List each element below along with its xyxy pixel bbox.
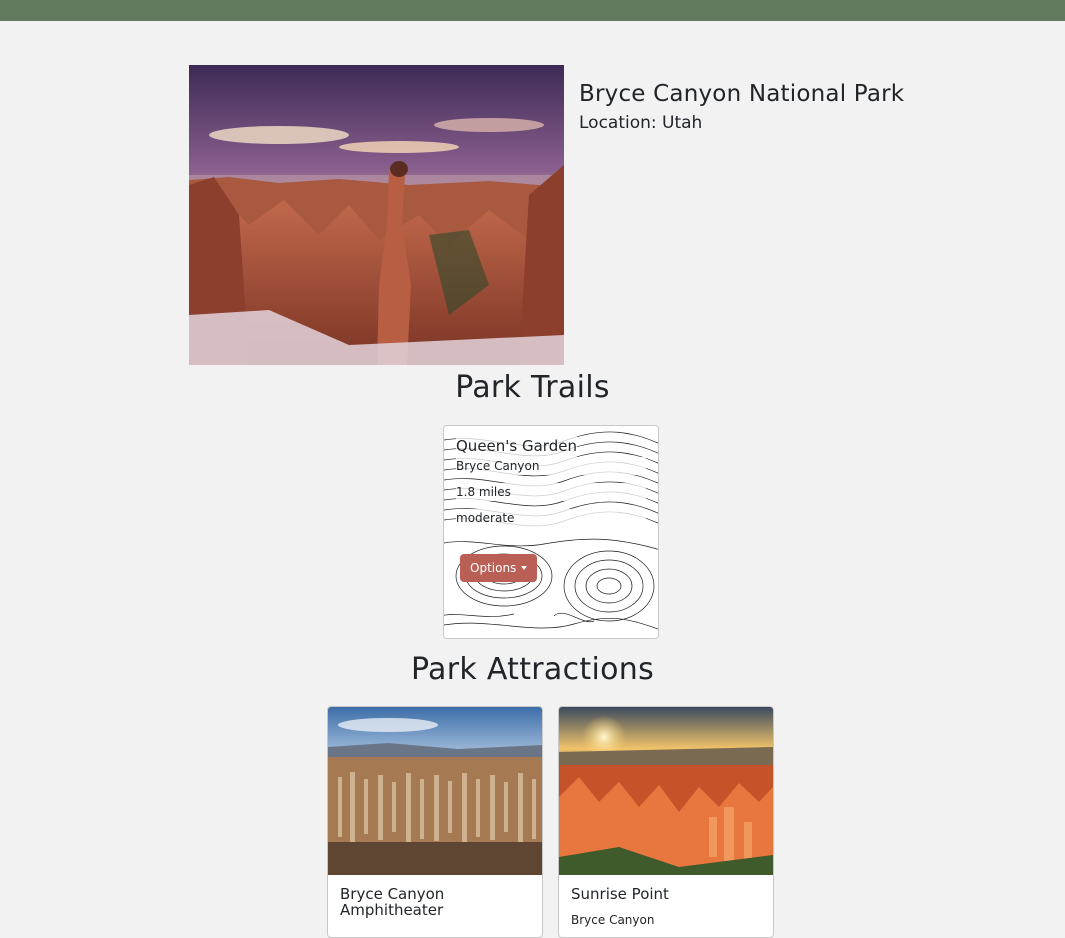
trail-length: 1.8 miles <box>456 483 646 501</box>
trail-card: Queen's Garden Bryce Canyon 1.8 miles mo… <box>443 425 659 639</box>
trail-park: Bryce Canyon <box>456 457 646 475</box>
trail-name: Queen's Garden <box>456 435 577 457</box>
attraction-image <box>559 707 773 875</box>
park-location: Location: Utah <box>579 113 703 133</box>
options-dropdown-button[interactable]: Options <box>460 554 538 582</box>
attractions-section-title: Park Attractions <box>411 652 654 687</box>
attraction-card[interactable]: Sunrise Point Bryce Canyon <box>558 706 774 938</box>
trail-card-body: Queen's Garden Bryce Canyon 1.8 miles mo… <box>456 435 646 535</box>
caret-down-icon <box>521 566 528 570</box>
attraction-park: Bryce Canyon <box>571 913 655 927</box>
attraction-image <box>328 707 542 875</box>
attraction-name: Bryce Canyon Amphitheater <box>340 885 445 919</box>
park-info: Bryce Canyon National Park Location: Uta… <box>579 78 904 136</box>
options-button-label: Options <box>470 561 517 575</box>
trail-difficulty: moderate <box>456 509 646 527</box>
park-hero-image <box>189 65 564 365</box>
attraction-card[interactable]: Bryce Canyon Amphitheater <box>327 706 543 938</box>
trails-section-title: Park Trails <box>455 370 610 405</box>
park-name: Bryce Canyon National Park <box>579 81 905 107</box>
attraction-name: Sunrise Point <box>571 885 669 903</box>
top-navbar <box>0 0 1065 21</box>
